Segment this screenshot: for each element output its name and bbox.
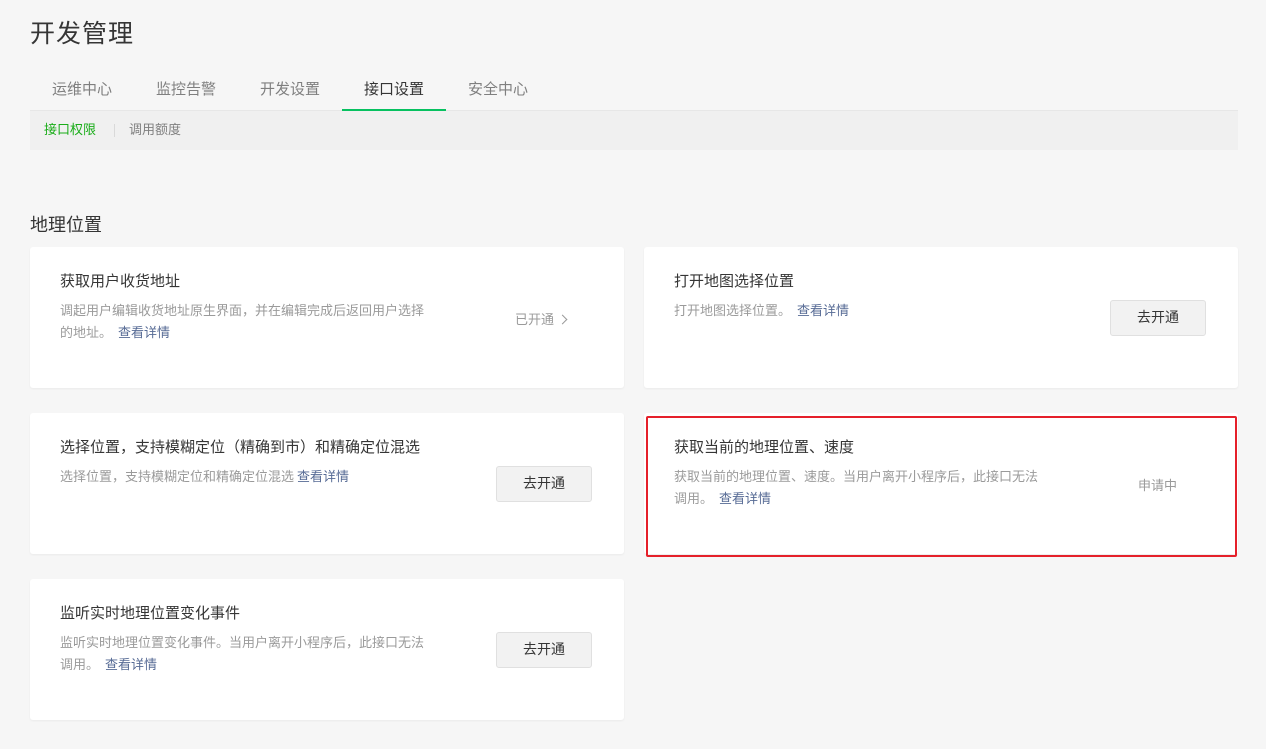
card-title: 获取用户收货地址 (60, 272, 181, 290)
card-desc-text: 选择位置，支持模糊定位和精确定位混选 (60, 470, 295, 485)
sub-navigation: 接口权限 调用额度 (30, 111, 1238, 150)
tab-monitoring-alerts[interactable]: 监控告警 (134, 70, 238, 111)
card-desc-text: 打开地图选择位置。 (674, 304, 792, 319)
card-desc-text: 调用。 (60, 658, 100, 673)
card-description: 监听实时地理位置变化事件。当用户离开小程序后，此接口无法 调用。 查看详情 (60, 633, 480, 677)
enable-button[interactable]: 去开通 (1110, 300, 1206, 336)
view-details-link[interactable]: 查看详情 (797, 304, 849, 319)
card-title: 监听实时地理位置变化事件 (60, 604, 241, 622)
subnav-divider (114, 124, 115, 137)
card-description: 调起用户编辑收货地址原生界面，并在编辑完成后返回用户选择 的地址。 查看详情 (60, 301, 480, 345)
api-card-location-change-event: 监听实时地理位置变化事件 监听实时地理位置变化事件。当用户离开小程序后，此接口无… (30, 579, 624, 720)
card-desc-text: 调起用户编辑收货地址原生界面，并在编辑完成后返回用户选择 (60, 304, 425, 319)
view-details-link[interactable]: 查看详情 (719, 492, 771, 507)
tab-dev-settings[interactable]: 开发设置 (238, 70, 342, 111)
enable-button[interactable]: 去开通 (496, 632, 592, 668)
subnav-call-quota[interactable]: 调用额度 (129, 111, 181, 150)
card-title: 打开地图选择位置 (674, 272, 795, 290)
card-description: 获取当前的地理位置、速度。当用户离开小程序后，此接口无法 调用。 查看详情 (674, 467, 1094, 511)
card-desc-text: 获取当前的地理位置、速度。当用户离开小程序后，此接口无法 (674, 470, 1039, 485)
page-title: 开发管理 (30, 19, 135, 48)
chevron-right-icon (557, 314, 568, 325)
tab-security-center[interactable]: 安全中心 (446, 70, 550, 111)
card-description: 打开地图选择位置。 查看详情 (674, 301, 1094, 323)
api-card-open-map-location: 打开地图选择位置 打开地图选择位置。 查看详情 去开通 (644, 247, 1238, 388)
view-details-link[interactable]: 查看详情 (118, 326, 170, 341)
tab-ops-center[interactable]: 运维中心 (30, 70, 134, 111)
status-enabled[interactable]: 已开通 (515, 309, 568, 328)
section-title: 地理位置 (30, 215, 102, 236)
card-title: 选择位置，支持模糊定位（精确到市）和精确定位混选 (60, 438, 421, 456)
card-desc-text: 调用。 (674, 492, 714, 507)
card-description: 选择位置，支持模糊定位和精确定位混选 查看详情 (60, 467, 490, 489)
card-title: 获取当前的地理位置、速度 (674, 438, 855, 456)
enable-button[interactable]: 去开通 (496, 466, 592, 502)
view-details-link[interactable]: 查看详情 (105, 658, 157, 673)
card-desc-text: 监听实时地理位置变化事件。当用户离开小程序后，此接口无法 (60, 636, 425, 651)
subnav-api-permissions[interactable]: 接口权限 (44, 111, 96, 150)
tab-bar: 运维中心 监控告警 开发设置 接口设置 安全中心 (30, 70, 1238, 111)
view-details-link[interactable]: 查看详情 (297, 470, 349, 485)
tab-api-settings[interactable]: 接口设置 (342, 70, 446, 111)
api-card-choose-location: 选择位置，支持模糊定位（精确到市）和精确定位混选 选择位置，支持模糊定位和精确定… (30, 413, 624, 554)
dev-management-page: 开发管理 运维中心 监控告警 开发设置 接口设置 安全中心 接口权限 调用额度 … (0, 0, 1266, 749)
status-pending: 申请中 (1138, 479, 1178, 494)
status-label: 已开通 (515, 313, 555, 328)
api-card-get-location-speed: 获取当前的地理位置、速度 获取当前的地理位置、速度。当用户离开小程序后，此接口无… (644, 413, 1238, 554)
api-card-shipping-address: 获取用户收货地址 调起用户编辑收货地址原生界面，并在编辑完成后返回用户选择 的地… (30, 247, 624, 388)
card-desc-text: 的地址。 (60, 326, 113, 341)
